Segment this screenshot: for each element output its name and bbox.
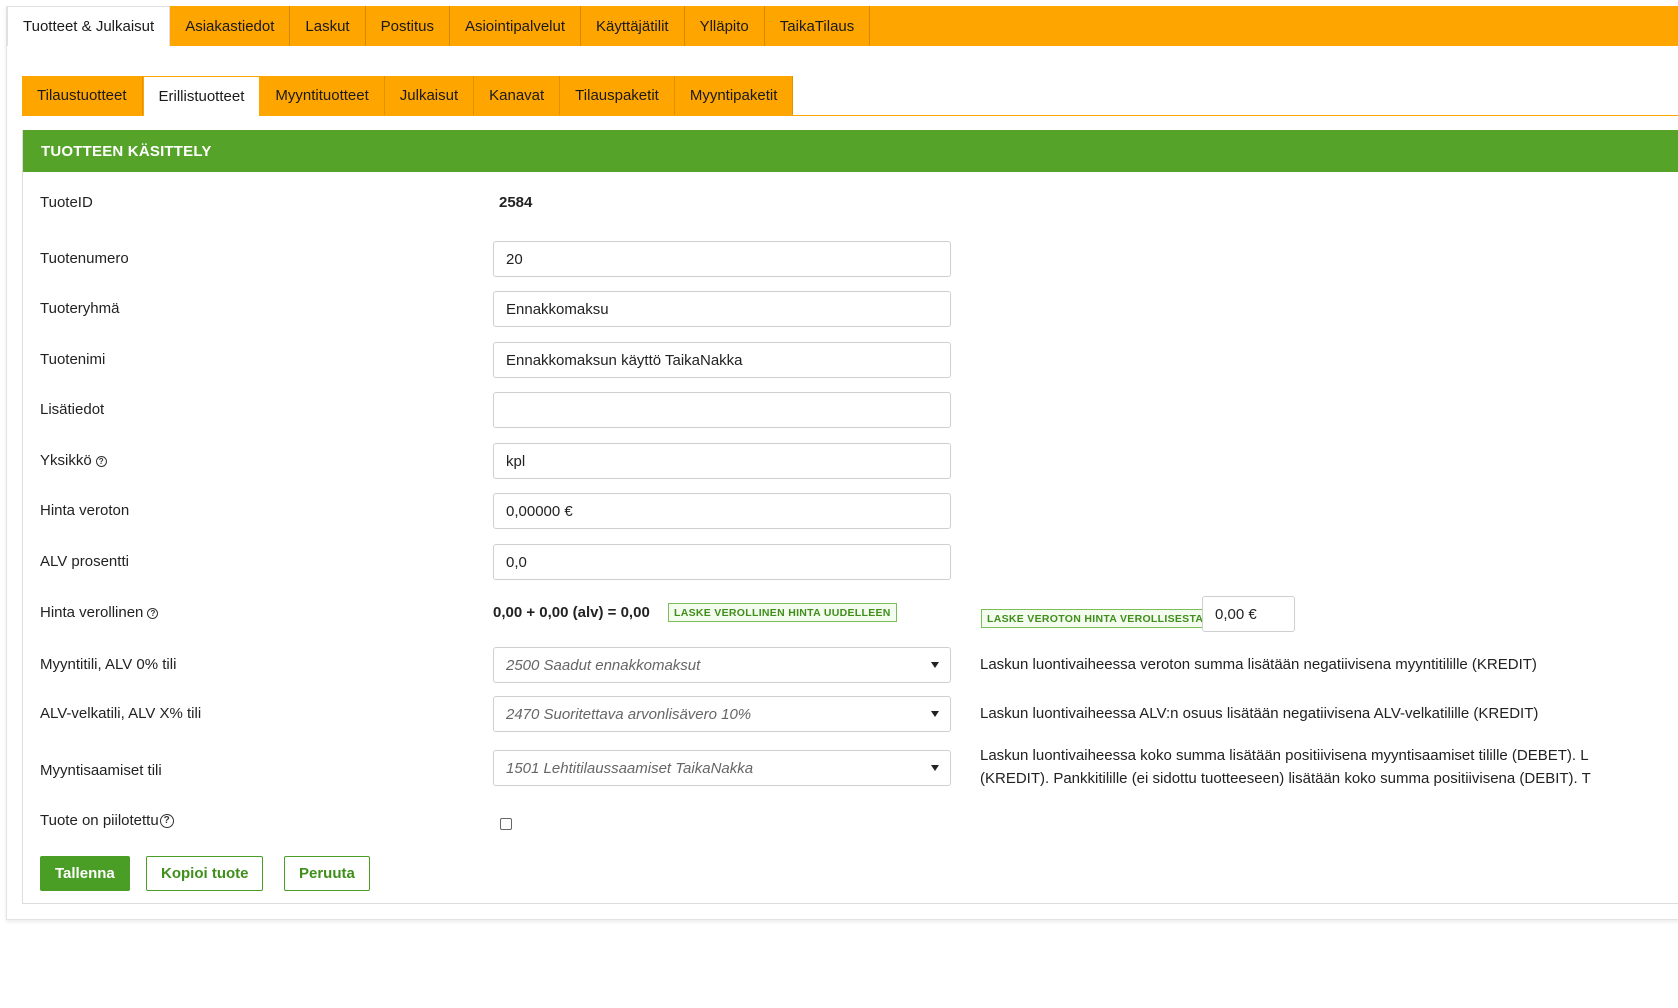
copy-product-button[interactable]: Kopioi tuote <box>146 856 264 891</box>
top-tab-tuotteet-julkaisut[interactable]: Tuotteet & Julkaisut <box>7 6 171 46</box>
myyntisaamiset-label: Myyntisaamiset tili <box>40 762 162 779</box>
hinta-veroton-input[interactable]: 0,00000 € <box>493 493 951 529</box>
tuoteid-label: TuoteID <box>40 194 93 211</box>
piilotettu-label-wrap: Tuote on piilotettu? <box>40 812 174 829</box>
top-tab-asiointipalvelut[interactable]: Asiointipalvelut <box>450 6 582 46</box>
alv-velkatili-note: Laskun luontivaiheessa ALV:n osuus lisät… <box>980 705 1539 722</box>
gross-price-input[interactable]: 0,00 € <box>1202 596 1295 632</box>
tuoteryhma-input[interactable]: Ennakkomaksu <box>493 291 951 327</box>
panel-title: TUOTTEEN KÄSITTELY <box>23 130 1678 172</box>
chevron-down-icon <box>931 711 939 717</box>
myyntisaamiset-selected-value: 1501 Lehtitilaussaamiset TaikaNakka <box>506 759 754 777</box>
myyntisaamiset-note-line2: (KREDIT). Pankkitilille (ei sidottu tuot… <box>980 770 1591 787</box>
sub-tab-erillistuotteet[interactable]: Erillistuotteet <box>142 76 261 116</box>
tuoteryhma-label: Tuoteryhmä <box>40 300 120 317</box>
hinta-veroton-label: Hinta veroton <box>40 502 130 519</box>
calculate-net-from-gross-button[interactable]: LASKE VEROTON HINTA VEROLLISESTA: <box>981 609 1214 628</box>
piilotettu-label: Tuote on piilotettu <box>40 812 159 829</box>
sub-tab-myyntipaketit[interactable]: Myyntipaketit <box>674 76 794 115</box>
hidden-product-checkbox[interactable] <box>500 818 512 830</box>
alv-prosentti-input[interactable]: 0,0 <box>493 544 951 580</box>
hinta-verollinen-label: Hinta verollinen <box>40 604 144 621</box>
alv-prosentti-label: ALV prosentti <box>40 553 129 570</box>
yksikko-input[interactable]: kpl <box>493 443 951 479</box>
tuotenumero-input[interactable]: 20 <box>493 241 951 277</box>
lisatiedot-input[interactable] <box>493 392 951 428</box>
top-tab-taikatilaus[interactable]: TaikaTilaus <box>765 6 871 46</box>
help-icon[interactable]: ? <box>147 607 159 619</box>
tuotenumero-label: Tuotenumero <box>40 250 129 267</box>
myyntitili-note: Laskun luontivaiheessa veroton summa lis… <box>980 656 1537 673</box>
cancel-button[interactable]: Peruuta <box>284 856 370 891</box>
lisatiedot-label: Lisätiedot <box>40 401 105 418</box>
myyntisaamiset-select[interactable]: 1501 Lehtitilaussaamiset TaikaNakka <box>493 750 951 786</box>
product-panel: TUOTTEEN KÄSITTELY TuoteID 2584 Tuotenum… <box>22 130 1678 904</box>
recalculate-gross-price-button[interactable]: LASKE VEROLLINEN HINTA UUDELLEEN <box>668 603 897 622</box>
tuotenimi-input[interactable]: Ennakkomaksun käyttö TaikaNakka <box>493 342 951 378</box>
sub-tab-tilaustuotteet[interactable]: Tilaustuotteet <box>22 76 143 115</box>
sub-tab-tilauspaketit[interactable]: Tilauspaketit <box>560 76 675 115</box>
top-tab-kayttajatilit[interactable]: Käyttäjätilit <box>581 6 685 46</box>
myyntitili-label: Myyntitili, ALV 0% tili <box>40 656 177 673</box>
top-tab-asiakastiedot[interactable]: Asiakastiedot <box>170 6 291 46</box>
yksikko-label: Yksikkö <box>40 452 92 469</box>
yksikko-label-wrap: Yksikkö? <box>40 452 107 469</box>
tuotenimi-label: Tuotenimi <box>40 351 106 368</box>
chevron-down-icon <box>931 662 939 668</box>
sub-tab-kanavat[interactable]: Kanavat <box>474 76 561 115</box>
help-icon[interactable]: ? <box>95 455 107 467</box>
top-tab-laskut[interactable]: Laskut <box>290 6 366 46</box>
sub-tab-myyntituotteet[interactable]: Myyntituotteet <box>260 76 385 115</box>
myyntitili-select[interactable]: 2500 Saadut ennakkomaksut <box>493 647 951 683</box>
hinta-verollinen-formula: 0,00 + 0,00 (alv) = 0,00 <box>493 604 650 621</box>
app-frame: Tuotteet & Julkaisut Asiakastiedot Lasku… <box>6 6 1678 920</box>
tuoteid-value: 2584 <box>499 194 533 211</box>
top-navigation: Tuotteet & Julkaisut Asiakastiedot Lasku… <box>7 6 1678 46</box>
chevron-down-icon <box>931 765 939 771</box>
sub-navigation: Tilaustuotteet Erillistuotteet Myyntituo… <box>22 76 1678 116</box>
top-tab-yllapito[interactable]: Ylläpito <box>685 6 765 46</box>
myyntisaamiset-note-line1: Laskun luontivaiheessa koko summa lisätä… <box>980 747 1589 764</box>
myyntitili-selected-value: 2500 Saadut ennakkomaksut <box>506 656 701 674</box>
top-tab-postitus[interactable]: Postitus <box>366 6 450 46</box>
alv-velkatili-selected-value: 2470 Suoritettava arvonlisävero 10% <box>506 705 752 723</box>
hinta-verollinen-label-wrap: Hinta verollinen? <box>40 604 159 621</box>
alv-velkatili-label: ALV-velkatili, ALV X% tili <box>40 705 202 722</box>
alv-velkatili-select[interactable]: 2470 Suoritettava arvonlisävero 10% <box>493 696 951 732</box>
help-icon[interactable]: ? <box>159 814 174 829</box>
sub-tab-julkaisut[interactable]: Julkaisut <box>384 76 475 115</box>
save-button[interactable]: Tallenna <box>40 856 130 891</box>
